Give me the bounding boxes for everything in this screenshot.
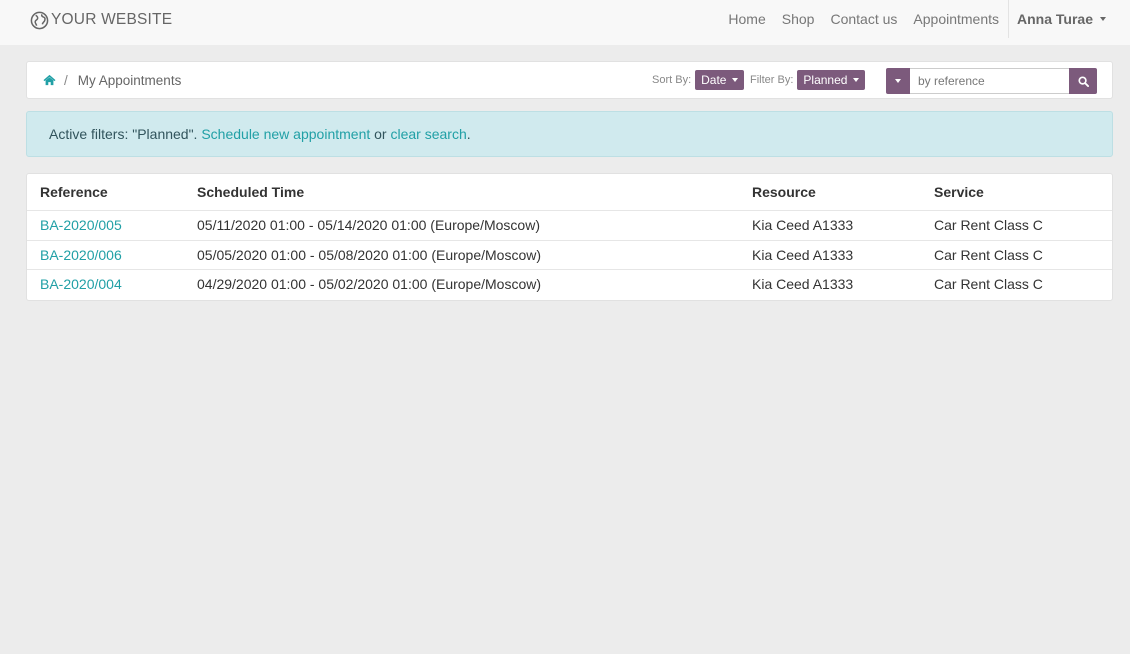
filter-value: Planned xyxy=(803,73,848,87)
column-header-scheduled-time: Scheduled Time xyxy=(197,184,305,200)
reference-link[interactable]: BA-2020/004 xyxy=(40,270,122,299)
user-menu[interactable]: Anna Turae xyxy=(1009,0,1130,38)
filter-group: Filter By: Planned xyxy=(750,62,866,98)
reference-link[interactable]: BA-2020/005 xyxy=(40,211,122,240)
search-input[interactable] xyxy=(910,68,1069,94)
active-filters-alert: Active filters: "Planned". Schedule new … xyxy=(26,111,1113,157)
site-name: YOUR WEBSITE xyxy=(51,11,173,28)
nav-appointments-link[interactable]: Appointments xyxy=(905,0,1007,38)
scheduled-time: 04/29/2020 01:00 - 05/02/2020 01:00 (Eur… xyxy=(197,276,542,292)
reference-link[interactable]: BA-2020/006 xyxy=(40,241,122,270)
nav-contact-link[interactable]: Contact us xyxy=(822,0,905,38)
breadcrumb-bar: / My Appointments Sort By: Date Filter B… xyxy=(26,61,1113,99)
resource: Kia Ceed A1333 xyxy=(752,217,854,233)
breadcrumb-current: My Appointments xyxy=(77,72,182,88)
user-name: Anna Turae xyxy=(1017,11,1093,27)
sort-group: Sort By: Date xyxy=(652,62,745,98)
scheduled-time: 05/05/2020 01:00 - 05/08/2020 01:00 (Eur… xyxy=(197,246,542,263)
chevron-down-icon xyxy=(1100,17,1106,21)
appointments-table: Reference Scheduled Time Resource Servic… xyxy=(26,173,1113,301)
top-navbar: YOUR WEBSITE Home Shop Contact us Appoin… xyxy=(0,0,1130,45)
schedule-appointment-link[interactable]: Schedule new appointment xyxy=(201,126,370,142)
search-button[interactable] xyxy=(1069,68,1097,94)
sort-value: Date xyxy=(701,73,727,87)
scheduled-time: 05/11/2020 01:00 - 05/14/2020 01:00 (Eur… xyxy=(197,217,540,233)
chevron-down-icon xyxy=(732,78,739,82)
resource: Kia Ceed A1333 xyxy=(752,276,854,292)
filter-label: Filter By: xyxy=(750,74,794,86)
column-header-reference: Reference xyxy=(40,184,108,200)
table-header: Reference Scheduled Time Resource Servic… xyxy=(27,174,1112,211)
table-row: BA-2020/005 05/11/2020 01:00 - 05/14/202… xyxy=(27,211,1112,241)
service: Car Rent Class C xyxy=(934,276,1043,292)
home-icon[interactable] xyxy=(43,74,56,86)
clear-search-link[interactable]: clear search xyxy=(390,126,466,142)
search-icon xyxy=(1077,75,1089,87)
chevron-down-icon xyxy=(895,79,901,83)
alert-or-text: or xyxy=(370,126,391,142)
breadcrumb-separator: / xyxy=(64,72,68,88)
search-options-button[interactable] xyxy=(886,68,910,94)
table-row: BA-2020/004 04/29/2020 01:00 - 05/02/202… xyxy=(27,270,1112,300)
globe-icon xyxy=(30,11,49,30)
chevron-down-icon xyxy=(853,78,860,82)
sort-label: Sort By: xyxy=(652,74,692,86)
table-row: BA-2020/006 05/05/2020 01:00 - 05/08/202… xyxy=(27,241,1112,270)
column-header-resource: Resource xyxy=(752,184,816,200)
search-group xyxy=(886,68,1097,94)
column-header-service: Service xyxy=(934,184,984,200)
main-menu: Home Shop Contact us Appointments Anna T… xyxy=(720,0,1130,38)
service: Car Rent Class C xyxy=(934,246,1043,263)
service: Car Rent Class C xyxy=(934,217,1043,233)
breadcrumb: / My Appointments xyxy=(43,62,181,98)
alert-text: Active filters: "Planned". xyxy=(49,126,202,142)
resource: Kia Ceed A1333 xyxy=(752,246,854,263)
sort-dropdown-button[interactable]: Date xyxy=(695,70,745,90)
filter-dropdown-button[interactable]: Planned xyxy=(797,70,866,90)
nav-home-link[interactable]: Home xyxy=(720,0,773,38)
nav-shop-link[interactable]: Shop xyxy=(774,0,823,38)
alert-period: . xyxy=(466,126,471,142)
site-logo[interactable]: YOUR WEBSITE xyxy=(30,10,172,30)
